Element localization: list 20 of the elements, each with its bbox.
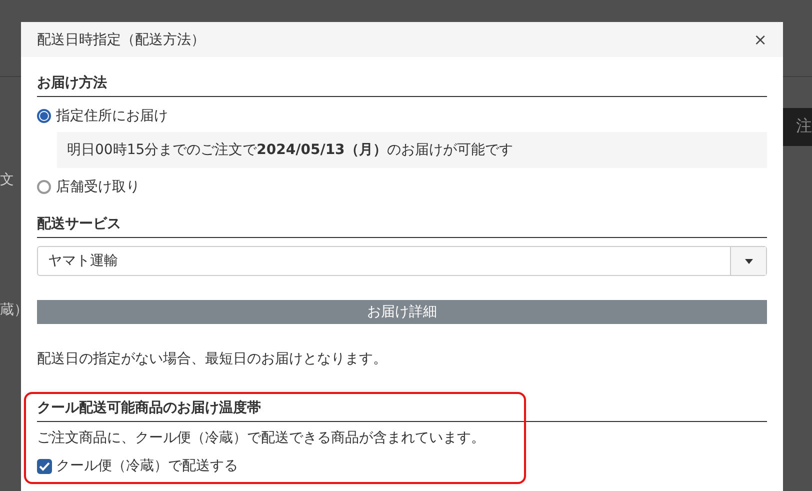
dialog-title: 配送日時指定（配送方法）	[37, 30, 205, 48]
notice-text: 配送日の指定がない場合、最短日のお届けとなります。	[37, 350, 388, 369]
background-text: 蔵）	[0, 301, 28, 320]
section-heading: クール配送可能商品のお届け温度帯	[37, 398, 767, 422]
close-button[interactable]: ×	[748, 30, 767, 49]
checkbox[interactable]	[37, 458, 52, 474]
delivery-service-select[interactable]: ヤマト運輸	[37, 246, 767, 276]
delivery-info-text: 明日00時15分までのご注文で2024/05/13（月）のお届けが可能です	[57, 132, 767, 168]
info-text: ご注文商品に、クール便（冷蔵）で配送できる商品が含まれています。	[37, 429, 486, 448]
background-text: 文	[0, 171, 14, 190]
section-heading: お届け方法	[37, 73, 767, 97]
radio-button[interactable]	[37, 180, 51, 194]
section-heading: 配送サービス	[37, 214, 767, 238]
checkbox-label[interactable]: クール便（冷蔵）で配送する	[56, 456, 238, 476]
details-bar: お届け詳細	[37, 300, 767, 324]
caret-icon	[744, 258, 752, 264]
radio-label[interactable]: 指定住所にお届け	[56, 106, 168, 126]
radio-button[interactable]	[37, 109, 51, 123]
radio-label[interactable]: 店舗受け取り	[56, 177, 140, 197]
background-text: 注	[782, 108, 812, 146]
